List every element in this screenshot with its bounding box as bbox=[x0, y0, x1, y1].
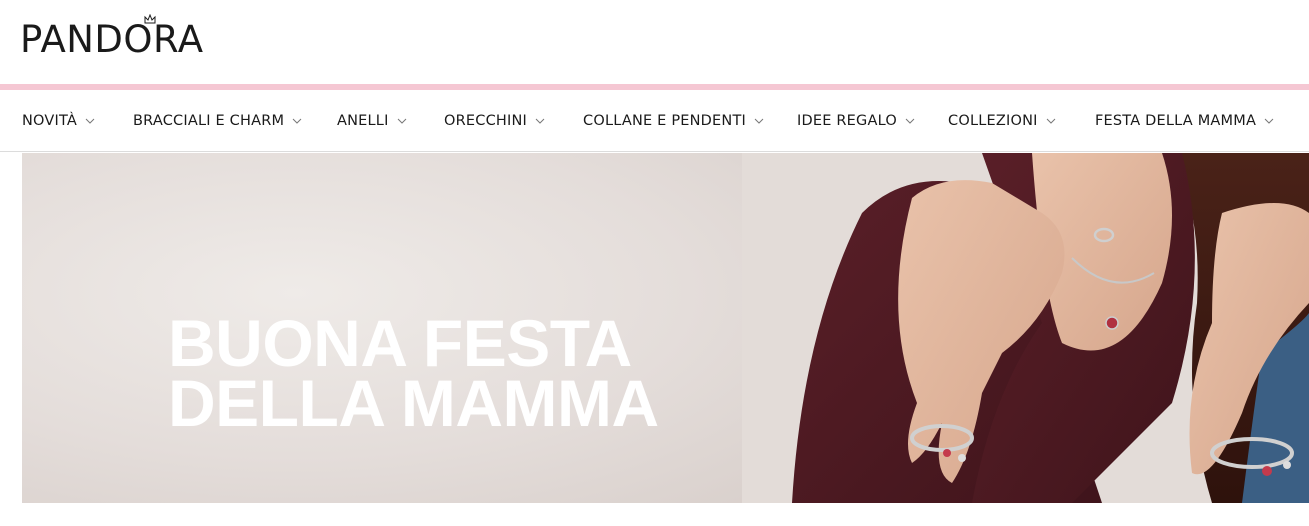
chevron-down-icon bbox=[1264, 118, 1274, 124]
nav-item-collane-e-pendenti[interactable]: COLLANE E PENDENTI bbox=[583, 90, 764, 151]
nav-item-label: ORECCHINI bbox=[444, 112, 528, 129]
main-navigation: NOVITÀ BRACCIALI E CHARM ANELLI ORECCHIN… bbox=[0, 90, 1309, 152]
hero-photo-mother-daughter bbox=[742, 153, 1309, 503]
chevron-down-icon bbox=[535, 118, 545, 124]
nav-item-anelli[interactable]: ANELLI bbox=[337, 90, 407, 151]
nav-item-label: COLLEZIONI bbox=[948, 112, 1038, 129]
nav-item-label: BRACCIALI E CHARM bbox=[133, 112, 285, 129]
hero-title: BUONA FESTA DELLA MAMMA bbox=[168, 306, 659, 440]
nav-item-label: ANELLI bbox=[337, 112, 389, 129]
nav-item-festa-della-mamma[interactable]: FESTA DELLA MAMMA bbox=[1095, 90, 1274, 151]
nav-item-label: COLLANE E PENDENTI bbox=[583, 112, 746, 129]
nav-item-label: IDEE REGALO bbox=[797, 112, 897, 129]
site-header: PANDORA bbox=[0, 0, 1309, 84]
nav-item-novita[interactable]: NOVITÀ bbox=[22, 90, 95, 151]
chevron-down-icon bbox=[85, 118, 95, 124]
pandora-logo[interactable]: PANDORA bbox=[20, 14, 204, 61]
chevron-down-icon bbox=[905, 118, 915, 124]
chevron-down-icon bbox=[754, 118, 764, 124]
nav-item-idee-regalo[interactable]: IDEE REGALO bbox=[797, 90, 915, 151]
brand-name: PANDORA bbox=[20, 18, 204, 61]
hero-banner[interactable]: BUONA FESTA DELLA MAMMA bbox=[22, 153, 1309, 503]
crown-icon bbox=[144, 14, 156, 24]
chevron-down-icon bbox=[397, 118, 406, 124]
nav-item-label: NOVITÀ bbox=[22, 112, 78, 129]
nav-item-orecchini[interactable]: ORECCHINI bbox=[444, 90, 545, 151]
hero-title-line-2: DELLA MAMMA bbox=[168, 366, 659, 440]
chevron-down-icon bbox=[292, 118, 302, 124]
chevron-down-icon bbox=[1046, 118, 1055, 124]
nav-item-collezioni[interactable]: COLLEZIONI bbox=[948, 90, 1056, 151]
nav-item-label: FESTA DELLA MAMMA bbox=[1095, 112, 1257, 129]
nav-item-bracciali-e-charm[interactable]: BRACCIALI E CHARM bbox=[133, 90, 302, 151]
hero-title-line-1: BUONA FESTA bbox=[168, 306, 632, 380]
